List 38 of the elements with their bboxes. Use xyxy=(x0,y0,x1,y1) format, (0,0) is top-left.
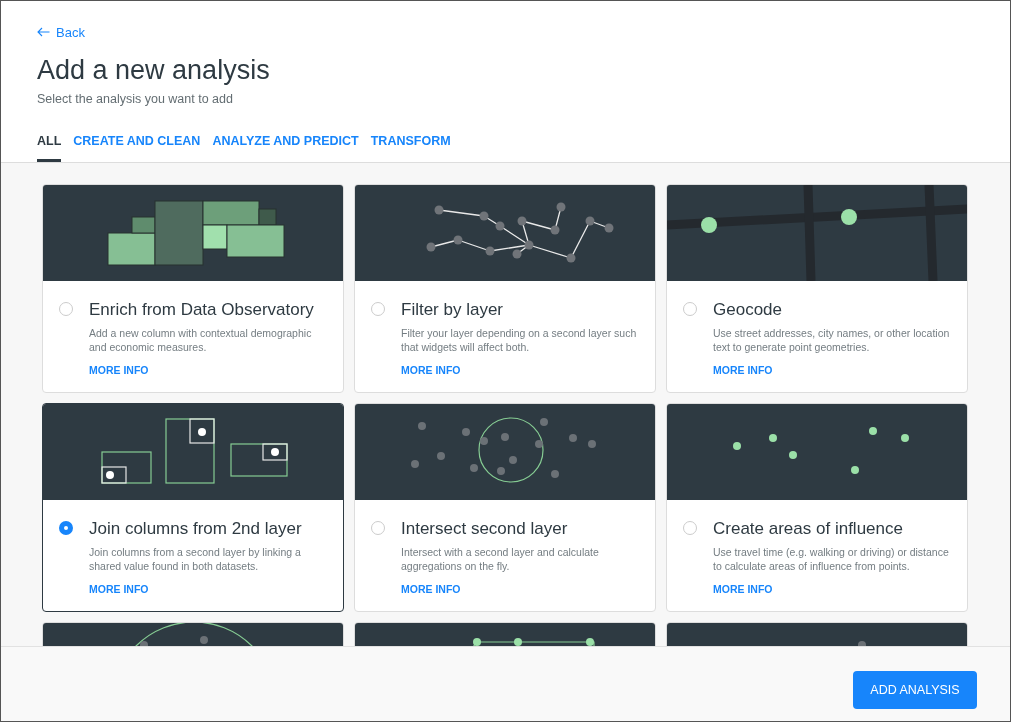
more-info-link[interactable]: MORE INFO xyxy=(713,364,773,376)
card-title: Create areas of influence xyxy=(713,519,904,539)
card-title: Join columns from 2nd layer xyxy=(89,519,303,539)
radio-button[interactable] xyxy=(371,521,385,535)
card-description: Intersect with a second layer and calculate aggregations on the fly. xyxy=(401,545,600,573)
category-tab[interactable]: CREATE AND CLEAN xyxy=(73,134,201,162)
card-title: Filter by layer xyxy=(401,300,505,320)
page-title: Add a new analysis xyxy=(37,54,271,87)
radio-button[interactable] xyxy=(59,302,73,316)
back-link[interactable]: Back xyxy=(37,24,85,40)
card-description: Use travel time (e.g. walking or driving) or distance to calculate areas of influence from points. xyxy=(713,545,950,573)
card-title: Geocode xyxy=(713,300,783,320)
analysis-card[interactable]: Enrich from Data Observatory Add a new column with contextual demographic and economic measures. MORE INFO xyxy=(42,184,344,393)
more-info-link[interactable]: MORE INFO xyxy=(713,583,773,595)
card-description: Add a new column with contextual demographic and economic measures. xyxy=(89,326,313,354)
card-description: Use street addresses, city names, or other location text to generate point geometries. xyxy=(713,326,951,354)
radio-button[interactable] xyxy=(371,302,385,316)
card-title: Intersect second layer xyxy=(401,519,569,539)
more-info-link[interactable]: MORE INFO xyxy=(89,583,149,595)
category-tab[interactable]: TRANSFORM xyxy=(370,134,451,162)
analysis-card[interactable]: Intersect second layer Intersect with a second layer and calculate aggregations on the fly. MORE INFO xyxy=(354,403,656,612)
more-info-link[interactable]: MORE INFO xyxy=(89,364,149,376)
category-tab[interactable]: ANALYZE AND PREDICT xyxy=(212,134,359,162)
analysis-card[interactable]: Join columns from 2nd layer Join columns from a second layer by linking a shared value found in both datasets. MORE INFO xyxy=(42,403,344,612)
radio-button[interactable] xyxy=(683,521,697,535)
more-info-link[interactable]: MORE INFO xyxy=(401,364,461,376)
radio-button[interactable] xyxy=(683,302,697,316)
card-description: Join columns from a second layer by linking a shared value found in both datasets. xyxy=(89,545,302,573)
analysis-card[interactable]: Filter by layer Filter your layer depending on a second layer such that widgets will affect both. MORE INFO xyxy=(354,184,656,393)
analysis-card[interactable]: Create areas of influence Use travel time (e.g. walking or driving) or distance to calculate areas of influence from points. MORE INFO xyxy=(666,403,968,612)
back-arrow-icon xyxy=(37,27,50,37)
analysis-card[interactable]: Geocode Use street addresses, city names, or other location text to generate point geometries. MORE INFO xyxy=(666,184,968,393)
radio-button[interactable] xyxy=(59,521,73,535)
add-analysis-button[interactable]: ADD ANALYSIS xyxy=(853,671,977,709)
card-description: Filter your layer depending on a second layer such that widgets will affect both. xyxy=(401,326,638,354)
card-title: Enrich from Data Observatory xyxy=(89,300,315,320)
more-info-link[interactable]: MORE INFO xyxy=(401,583,461,595)
page-subtitle: Select the analysis you want to add xyxy=(37,92,234,106)
